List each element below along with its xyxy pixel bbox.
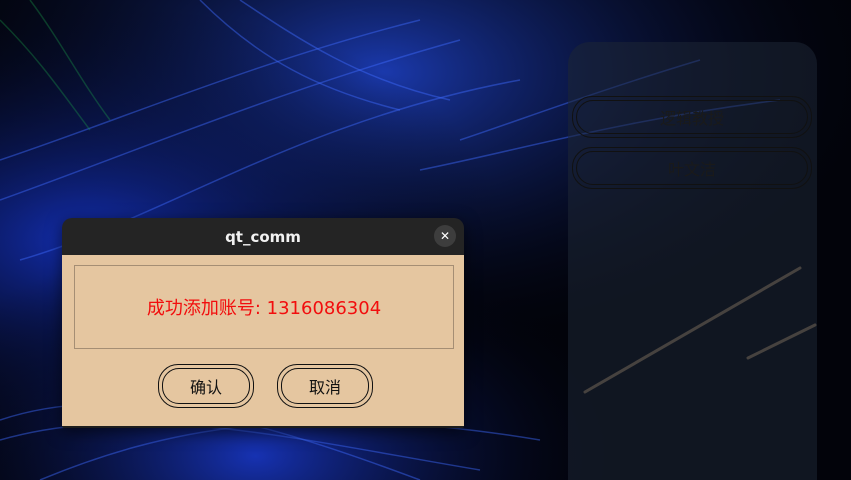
dialog-bottom-edge	[62, 426, 464, 428]
confirm-button[interactable]: 确认	[158, 364, 254, 408]
contact-list-panel: 逻辑教授 叶文洁	[568, 42, 817, 480]
dialog-body: 成功添加账号: 1316086304 确认 取消	[62, 255, 464, 426]
contact-name: 逻辑教授	[659, 109, 724, 128]
dialog-titlebar[interactable]: qt_comm ✕	[62, 218, 464, 255]
message-box: 成功添加账号: 1316086304	[74, 265, 454, 349]
close-icon[interactable]: ✕	[434, 225, 456, 247]
cancel-button-label: 取消	[308, 378, 341, 397]
confirm-button-label: 确认	[189, 378, 222, 397]
message-dialog: qt_comm ✕ 成功添加账号: 1316086304 确认 取消	[62, 218, 464, 428]
dialog-title: qt_comm	[225, 227, 301, 246]
contact-item[interactable]: 叶文洁	[572, 147, 812, 189]
cancel-button[interactable]: 取消	[277, 364, 373, 408]
success-message: 成功添加账号: 1316086304	[146, 298, 382, 319]
contact-item[interactable]: 逻辑教授	[572, 96, 812, 138]
contact-name: 叶文洁	[667, 160, 716, 179]
